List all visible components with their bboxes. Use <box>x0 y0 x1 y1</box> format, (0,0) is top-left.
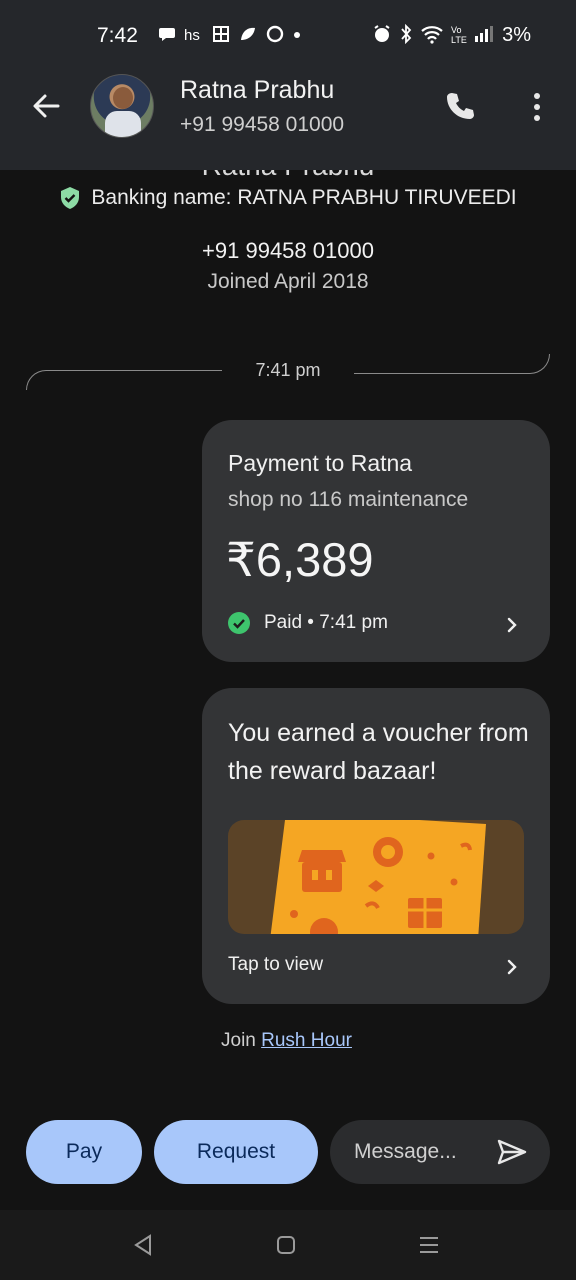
voucher-cta: Tap to view <box>228 954 324 975</box>
voucher-illustration <box>228 820 524 934</box>
alarm-icon <box>374 25 390 42</box>
system-icons: Vo LTE <box>372 24 494 44</box>
voucher-card[interactable]: You earned a voucher from the reward baz… <box>202 688 550 1004</box>
wifi-icon <box>421 26 443 44</box>
nav-home-icon[interactable] <box>276 1235 296 1255</box>
avatar-head <box>113 87 133 109</box>
app-header: 7:42 hs Vo LTE 3% Ratna Prabhu +91 99458 … <box>0 0 576 170</box>
ring-icon <box>266 25 284 43</box>
battery-level: 3% <box>502 24 531 46</box>
profile-phone: +91 99458 01000 <box>202 238 374 263</box>
rush-hour-link[interactable]: Rush Hour <box>261 1030 352 1051</box>
volte-icon: VoLTE <box>451 25 467 44</box>
timeline-divider-right <box>354 354 550 374</box>
voucher-title: You earned a voucher from the reward baz… <box>228 719 529 785</box>
svg-text:LTE: LTE <box>451 35 467 44</box>
nav-back-icon[interactable] <box>133 1234 153 1256</box>
check-circle-icon <box>228 612 250 634</box>
status-time: 7:42 <box>97 24 138 47</box>
leaf-icon <box>241 27 255 40</box>
message-box <box>330 1120 550 1184</box>
phone-call-icon[interactable] <box>444 90 476 122</box>
contact-name[interactable]: Ratna Prabhu <box>180 76 334 105</box>
svg-text:hs: hs <box>184 27 200 44</box>
banking-name: Banking name: RATNA PRABHU TIRUVEEDI <box>91 186 517 209</box>
payment-card[interactable]: Payment to Ratna shop no 116 maintenance… <box>202 420 550 662</box>
pay-button[interactable]: Pay <box>26 1120 142 1184</box>
banking-name-row: Banking name: RATNA PRABHU TIRUVEEDI <box>0 186 576 210</box>
status-bar: 7:42 hs Vo LTE 3% <box>0 22 576 52</box>
avatar-body <box>105 111 141 137</box>
payment-status-row: Paid • 7:41 pm <box>228 612 388 634</box>
verified-shield-icon <box>61 187 80 209</box>
payment-title: Payment to Ratna <box>228 450 413 476</box>
bluetooth-icon <box>401 24 412 44</box>
grid-icon <box>213 26 229 42</box>
notification-icons: hs <box>158 24 302 44</box>
timeline-divider-left <box>26 370 222 390</box>
joined-date: Joined April 2018 <box>207 270 369 293</box>
avatar[interactable] <box>90 74 154 138</box>
chevron-right-icon[interactable] <box>506 958 518 976</box>
payment-status: Paid • 7:41 pm <box>264 612 388 633</box>
more-vert-icon[interactable] <box>530 92 544 122</box>
payment-note: shop no 116 maintenance <box>228 488 469 511</box>
join-rush-hour: Join Rush Hour <box>221 1030 352 1052</box>
svg-text:Vo: Vo <box>451 25 462 35</box>
send-icon[interactable] <box>496 1138 528 1166</box>
chevron-right-icon[interactable] <box>506 616 518 634</box>
request-button[interactable]: Request <box>154 1120 318 1184</box>
payment-amount: ₹6,389 <box>226 533 374 586</box>
dot-icon <box>294 32 300 38</box>
join-prefix: Join <box>221 1030 262 1051</box>
gift-card-icon <box>270 820 486 934</box>
nav-menu-icon[interactable] <box>418 1235 440 1255</box>
contact-phone: +91 99458 01000 <box>180 113 345 136</box>
chat-icon <box>159 28 175 41</box>
system-nav-bar <box>0 1210 576 1280</box>
hs-icon: hs <box>184 27 200 44</box>
signal-icon <box>475 26 493 42</box>
message-input[interactable] <box>354 1140 484 1164</box>
back-arrow-icon[interactable] <box>30 90 62 122</box>
timeline-time: 7:41 pm <box>255 360 321 380</box>
